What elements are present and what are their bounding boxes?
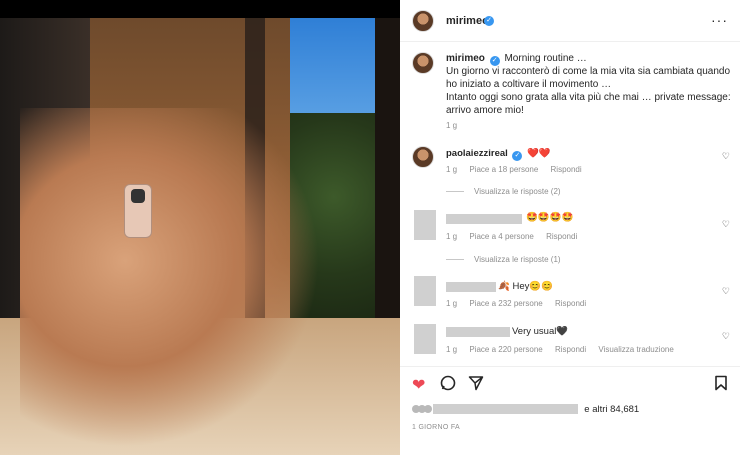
post-caption: mirimeo ✓ Morning routine … Un giorno vi… [446,52,731,117]
comment-like-heart-icon[interactable]: ♡ [722,219,730,230]
heart-icon[interactable]: ❤ [412,375,425,395]
comment-reply-button[interactable]: Rispondi [555,299,586,308]
comment-likes[interactable]: Piace a 220 persone [469,345,542,354]
redacted-username [446,327,510,337]
comment-3-text: 🍂 Hey😊😊 [498,281,554,292]
comment-meta: 1 g Piace a 232 persone Rispondi [446,299,596,308]
photo-subject [20,108,320,448]
share-icon[interactable] [468,375,484,396]
comment-text: ❤️❤️ [527,148,551,159]
translate-button[interactable]: Visualizza traduzione [598,345,673,354]
comment-avatar-redacted [414,210,436,240]
redacted-username [446,282,496,292]
verified-badge-icon: ✓ [512,151,523,161]
author-avatar[interactable] [412,10,434,32]
comment-likes[interactable]: Piace a 18 persone [469,165,538,174]
comment-avatar-redacted [414,324,436,354]
comment-reply-button[interactable]: Rispondi [555,345,586,354]
caption-line-5: arrivo amore mio! [446,105,524,116]
caption-avatar[interactable] [412,52,434,74]
comment-like-heart-icon[interactable]: ♡ [722,286,730,297]
caption-line-1: Morning routine … [504,53,587,64]
more-options-icon[interactable]: ··· [711,12,728,28]
view-replies-button[interactable]: Visualizza le risposte (1) [446,255,561,264]
comment-reply-button[interactable]: Rispondi [551,165,582,174]
instagram-post-modal: mirimeo ✓ ··· mirimeo ✓ Morning routine … [0,0,740,455]
bookmark-icon[interactable] [714,375,728,396]
post-photo[interactable] [0,18,400,455]
caption-line-2: Un giorno vi racconterò di come la mia v… [446,66,731,77]
likes-count: e altri 84,681 [584,404,640,415]
post-side-panel: mirimeo ✓ ··· mirimeo ✓ Morning routine … [400,0,740,455]
comment-avatar-redacted [414,276,436,306]
comment-reply-button[interactable]: Rispondi [546,232,577,241]
comment-like-heart-icon[interactable]: ♡ [722,151,730,162]
comment-meta: 1 g Piace a 220 persone Rispondi Visuali… [446,345,684,354]
post-date: 1 GIORNO FA [412,424,461,431]
comment-meta: 1 g Piace a 18 persone Rispondi [446,165,592,174]
comment-likes[interactable]: Piace a 232 persone [469,299,542,308]
comment-time: 1 g [446,299,458,308]
comment-username[interactable]: paolaiezzireal [446,148,508,159]
verified-badge-icon: ✓ [489,56,500,66]
redacted-username [446,214,522,224]
comment-1: paolaiezzireal ✓ ❤️❤️ [446,148,551,161]
photo-phone [124,184,152,238]
caption-time: 1 g [446,121,458,130]
comment-meta: 1 g Piace a 4 persone Rispondi [446,232,587,241]
post-actions-bar: ❤ [400,366,740,396]
comment-like-heart-icon[interactable]: ♡ [722,331,730,342]
liker-avatar [424,405,432,414]
view-replies-button[interactable]: Visualizza le risposte (2) [446,187,561,196]
caption-username[interactable]: mirimeo [446,53,485,64]
comment-4-text: Very usual🖤 [512,326,569,337]
comment-time: 1 g [446,232,458,241]
caption-line-4: Intanto oggi sono grata alla vita più ch… [446,92,731,103]
comment-avatar[interactable] [412,146,434,168]
redacted-liker-name [432,404,578,415]
comment-likes[interactable]: Piace a 4 persone [469,232,534,241]
comment-icon[interactable] [440,375,456,396]
comment-2-text: 🤩🤩🤩🤩 [526,212,574,223]
caption-line-3: ho iniziato a coltivare il movimento … [446,79,612,90]
author-username[interactable]: mirimeo [446,15,489,27]
comment-time: 1 g [446,165,458,174]
post-header: mirimeo ✓ ··· [400,0,740,42]
likes-summary[interactable]: e altri 84,681 [412,404,639,415]
comment-time: 1 g [446,345,458,354]
verified-badge-icon: ✓ [484,16,494,26]
